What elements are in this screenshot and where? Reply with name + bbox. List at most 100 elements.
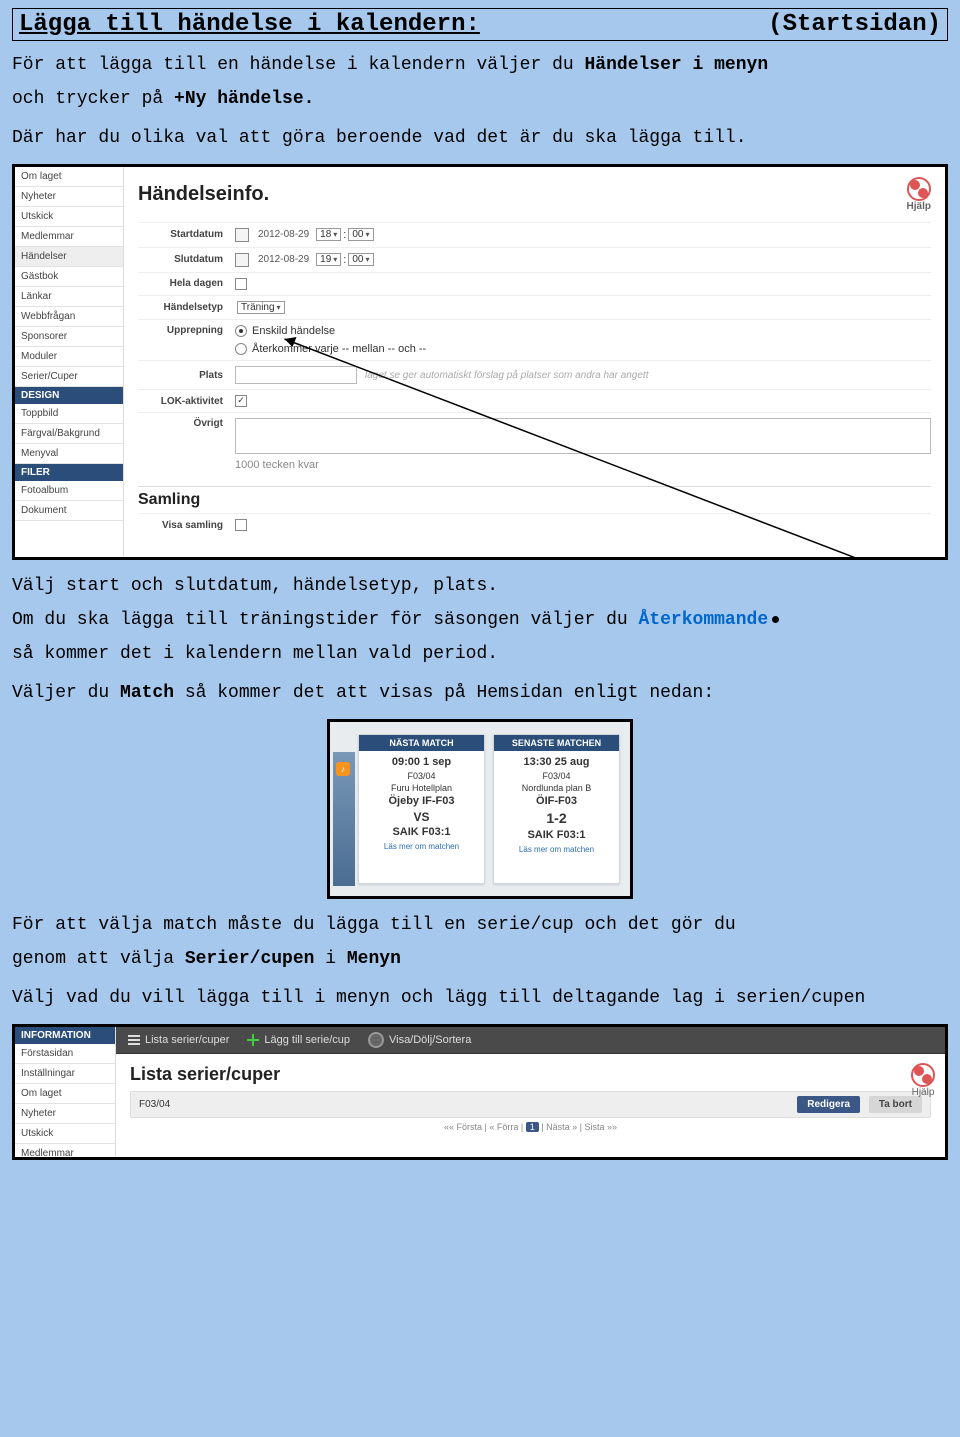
intro-line2-b: +Ny händelse. [174, 89, 314, 109]
sidebar3-header: INFORMATION [15, 1027, 115, 1044]
sidebar-item-handelser[interactable]: Händelser [15, 247, 123, 267]
label-upprepning: Upprepning [138, 325, 235, 336]
next-link[interactable]: Läs mer om matchen [361, 842, 482, 853]
toolbar-add-label: Lägg till serie/cup [264, 1034, 350, 1046]
sidebar-item[interactable]: Serier/Cuper [15, 367, 123, 387]
toolbar-list[interactable]: Lista serier/cuper [128, 1034, 229, 1046]
mid-p3: så kommer det i kalendern mellan vald pe… [12, 642, 948, 666]
pager-next[interactable]: Nästa » [546, 1122, 577, 1132]
startdate-value[interactable]: 2012-08-29 [253, 228, 314, 241]
list-icon [128, 1035, 140, 1045]
card-next-match: NÄSTA MATCH 09:00 1 sep F03/04 Furu Hote… [358, 734, 485, 884]
row-plats: Plats laget.se ger automatiskt förslag p… [138, 360, 931, 389]
toolbar-sort[interactable]: Visa/Dölj/Sortera [368, 1032, 471, 1048]
sidebar-item[interactable]: Dokument [15, 501, 123, 521]
last-venue: Nordlunda plan B [496, 782, 617, 794]
upprepning-recur-label: Återkommer varje -- mellan -- och -- [252, 343, 426, 355]
upprepning-single-label: Enskild händelse [252, 325, 335, 337]
heladagen-checkbox[interactable] [235, 278, 247, 290]
calendar-icon[interactable] [235, 228, 249, 242]
next-t1: Öjeby IF-F03 [361, 794, 482, 809]
label-heladagen: Hela dagen [138, 278, 235, 289]
row-startdatum: Startdatum 2012-08-29 18 : 00 [138, 222, 931, 247]
sidebar-item[interactable]: Sponsorer [15, 327, 123, 347]
next-vs: VS [361, 809, 482, 825]
visasamling-checkbox[interactable] [235, 519, 247, 531]
calendar-icon[interactable] [235, 253, 249, 267]
label-handelsetyp: Händelsetyp [138, 302, 235, 313]
endmin-select[interactable]: 00 [348, 253, 373, 266]
sidebar-header-filer: FILER [15, 464, 123, 481]
sidebar3-item[interactable]: Om laget [15, 1084, 115, 1104]
upprepning-recur-radio[interactable] [235, 343, 247, 355]
pager-prev[interactable]: « Förra [489, 1122, 518, 1132]
mid-p4-a: Väljer du [12, 683, 120, 703]
intro-line1-a: För att lägga till en händelse i kalende… [12, 55, 585, 75]
card-head: NÄSTA MATCH [359, 735, 484, 751]
sidebar-item[interactable]: Medlemmar [15, 227, 123, 247]
row-lok: LOK-aktivitet [138, 389, 931, 412]
intro-line1-b: Händelser i menyn [585, 55, 769, 75]
content3: Lista serier/cuper F03/04 Redigera Ta bo… [116, 1054, 945, 1157]
sidebar-item[interactable]: Nyheter [15, 187, 123, 207]
help-button[interactable]: Hjälp [907, 177, 931, 212]
help-icon [907, 177, 931, 201]
pager-last[interactable]: Sista »» [584, 1122, 617, 1132]
pager-first[interactable]: «« Första [444, 1122, 482, 1132]
toolbar-add[interactable]: Lägg till serie/cup [247, 1034, 350, 1046]
sidebar-item[interactable]: Färgval/Bakgrund [15, 424, 123, 444]
sidebar-item[interactable]: Gästbok [15, 267, 123, 287]
time-sep: : [343, 254, 346, 266]
sidebar: Om laget Nyheter Utskick Medlemmar Hände… [15, 167, 124, 557]
pager-cur: 1 [526, 1122, 539, 1132]
section-samling: Samling [138, 486, 931, 513]
sidebar-item[interactable]: Webbfrågan [15, 307, 123, 327]
sidebar3: INFORMATION Förstasidan Inställningar Om… [15, 1027, 116, 1157]
form-panel: Händelseinfo. Hjälp Startdatum 2012-08-2… [124, 167, 945, 557]
delete-button[interactable]: Ta bort [869, 1096, 922, 1113]
last-score: 1-2 [496, 809, 617, 828]
enddate-value[interactable]: 2012-08-29 [253, 253, 314, 266]
lok-checkbox[interactable] [235, 395, 247, 407]
last-time: 13:30 25 aug [496, 755, 617, 770]
edit-button[interactable]: Redigera [797, 1096, 860, 1113]
sidebar3-item[interactable]: Medlemmar [15, 1144, 115, 1160]
starthour-select[interactable]: 18 [316, 228, 341, 241]
below-p1: För att välja match måste du lägga till … [12, 913, 948, 937]
mid-p2-a: Om du ska lägga till träningstider för s… [12, 610, 639, 630]
mid-p4-b: Match [120, 683, 174, 703]
row-charsleft: 1000 tecken kvar [138, 459, 931, 476]
toolbar-list-label: Lista serier/cuper [145, 1034, 229, 1046]
last-team: F03/04 [496, 770, 617, 782]
mid-p2: Om du ska lägga till träningstider för s… [12, 608, 948, 632]
rss-icon[interactable]: ♪ [336, 762, 350, 776]
ovrigt-textarea[interactable] [235, 418, 931, 454]
upprepning-single-radio[interactable] [235, 325, 247, 337]
sidebar-item[interactable]: Utskick [15, 207, 123, 227]
row-visasamling: Visa samling [138, 513, 931, 536]
sidebar3-item[interactable]: Förstasidan [15, 1044, 115, 1064]
next-time: 09:00 1 sep [361, 755, 482, 770]
sidebar-item[interactable]: Moduler [15, 347, 123, 367]
card-last-match: SENASTE MATCHEN 13:30 25 aug F03/04 Nord… [493, 734, 620, 884]
screenshot-match-widgets: ♪ NÄSTA MATCH 09:00 1 sep F03/04 Furu Ho… [327, 719, 633, 899]
startmin-select[interactable]: 00 [348, 228, 373, 241]
last-t1: ÖIF-F03 [496, 794, 617, 809]
sidebar3-item[interactable]: Inställningar [15, 1064, 115, 1084]
sidebar-item[interactable]: Toppbild [15, 404, 123, 424]
sidebar3-item[interactable]: Nyheter [15, 1104, 115, 1124]
pager-sep: | [539, 1122, 546, 1132]
sidebar-item[interactable]: Fotoalbum [15, 481, 123, 501]
handelsetyp-select[interactable]: Träning [237, 301, 285, 314]
last-link[interactable]: Läs mer om matchen [496, 845, 617, 856]
sidebar-item[interactable]: Om laget [15, 167, 123, 187]
help-button[interactable]: Hjälp [911, 1063, 935, 1098]
sidebar3-item[interactable]: Utskick [15, 1124, 115, 1144]
page-title-left: Lägga till händelse i kalendern: [19, 11, 480, 38]
sidebar-item[interactable]: Länkar [15, 287, 123, 307]
endhour-select[interactable]: 19 [316, 253, 341, 266]
sidebar-item[interactable]: Menyval [15, 444, 123, 464]
label-startdatum: Startdatum [138, 229, 235, 240]
label-ovrigt: Övrigt [138, 418, 235, 429]
plats-input[interactable] [235, 366, 357, 384]
